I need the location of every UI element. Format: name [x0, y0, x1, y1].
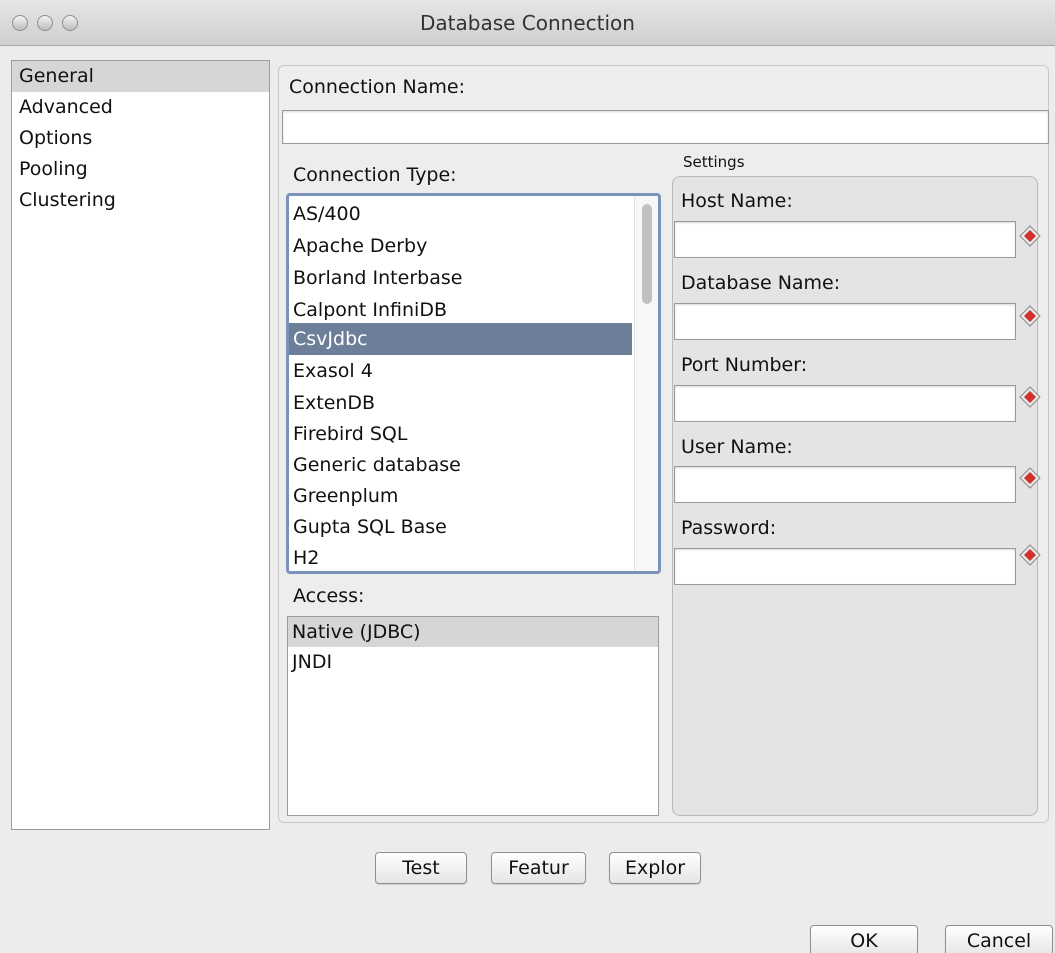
required-field-icon	[1019, 544, 1041, 566]
settings-title: Settings	[683, 153, 745, 171]
connection-type-item[interactable]: Greenplum	[289, 480, 632, 512]
connection-type-item[interactable]: Borland Interbase	[289, 262, 632, 294]
nav-item-options[interactable]: Options	[12, 123, 269, 154]
nav-item-advanced[interactable]: Advanced	[12, 92, 269, 123]
password-input[interactable]	[674, 548, 1016, 585]
title-bar: Database Connection	[0, 0, 1055, 46]
required-field-icon	[1019, 467, 1041, 489]
connection-name-input[interactable]	[282, 110, 1049, 144]
required-field-icon	[1019, 386, 1041, 408]
connection-type-label: Connection Type:	[293, 164, 457, 186]
nav-item-clustering[interactable]: Clustering	[12, 185, 269, 216]
database-name-label: Database Name:	[681, 272, 841, 294]
connection-type-item[interactable]: Firebird SQL	[289, 418, 632, 450]
cancel-button[interactable]: Cancel	[945, 925, 1053, 953]
user-name-input[interactable]	[674, 466, 1016, 503]
password-label: Password:	[681, 517, 777, 539]
connection-type-item[interactable]: Exasol 4	[289, 355, 632, 387]
database-name-input[interactable]	[674, 303, 1016, 340]
access-label: Access:	[293, 585, 365, 607]
required-field-icon	[1019, 225, 1041, 247]
connection-type-list[interactable]: AS/400 Apache Derby Borland Interbase Ca…	[286, 193, 661, 574]
connection-type-item[interactable]: Apache Derby	[289, 230, 632, 262]
host-name-label: Host Name:	[681, 190, 793, 212]
connection-type-item[interactable]: Gupta SQL Base	[289, 511, 632, 543]
connection-type-item[interactable]: ExtenDB	[289, 387, 632, 419]
access-item-selected[interactable]: Native (JDBC)	[288, 617, 658, 647]
connection-type-item[interactable]: Calpont InfiniDB	[289, 294, 632, 326]
connection-name-label: Connection Name:	[289, 76, 466, 98]
access-list[interactable]: Native (JDBC) JNDI	[287, 616, 659, 816]
required-field-icon	[1019, 305, 1041, 327]
category-nav: General Advanced Options Pooling Cluster…	[11, 60, 270, 830]
port-number-label: Port Number:	[681, 354, 808, 376]
test-button[interactable]: Test	[375, 852, 467, 884]
explore-button[interactable]: Explor	[609, 852, 701, 884]
user-name-label: User Name:	[681, 436, 793, 458]
window-title: Database Connection	[420, 11, 635, 35]
nav-item-pooling[interactable]: Pooling	[12, 154, 269, 185]
connection-type-item[interactable]: Generic database	[289, 449, 632, 481]
ok-button[interactable]: OK	[810, 925, 918, 953]
nav-item-general[interactable]: General	[12, 61, 269, 92]
connection-type-scrollbar[interactable]	[634, 196, 658, 571]
port-number-input[interactable]	[674, 385, 1016, 422]
access-item[interactable]: JNDI	[288, 647, 658, 677]
host-name-input[interactable]	[674, 221, 1016, 258]
connection-type-item-selected[interactable]: CsvJdbc	[289, 323, 632, 355]
connection-type-item[interactable]: AS/400	[289, 198, 632, 230]
scrollbar-thumb[interactable]	[642, 204, 652, 304]
connection-type-item[interactable]: H2	[289, 542, 632, 571]
feature-list-button[interactable]: Featur	[491, 852, 586, 884]
